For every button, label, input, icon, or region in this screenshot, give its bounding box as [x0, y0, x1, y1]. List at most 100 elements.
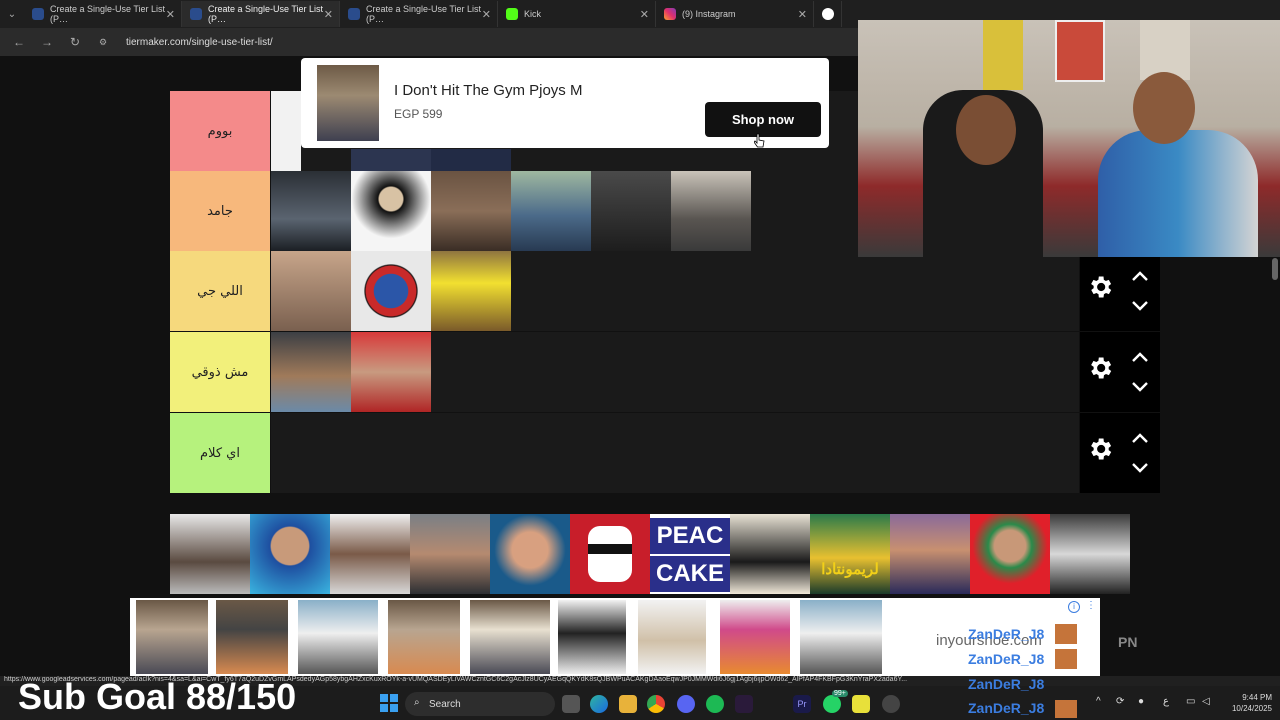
back-icon[interactable]: ←: [10, 35, 28, 49]
ad-thumb[interactable]: [558, 600, 626, 674]
ad-thumb[interactable]: [388, 600, 460, 674]
chevron-up-icon[interactable]: [1130, 350, 1150, 364]
tier-image[interactable]: [671, 171, 751, 251]
chevron-down-icon[interactable]: [1130, 461, 1150, 475]
tray-chevron-icon[interactable]: ^: [1096, 696, 1101, 707]
task-view-icon[interactable]: [562, 695, 580, 713]
tier-image[interactable]: [351, 171, 431, 251]
ad-thumb[interactable]: [216, 600, 288, 674]
ad-thumb[interactable]: [298, 600, 378, 674]
chevron-up-icon[interactable]: [1130, 431, 1150, 445]
file-explorer-icon[interactable]: [619, 695, 637, 713]
shop-now-button[interactable]: Shop now: [705, 102, 821, 137]
tier-image[interactable]: [351, 332, 431, 412]
pool-image[interactable]: [170, 514, 250, 594]
spotify-icon[interactable]: [706, 695, 724, 713]
ad-close-icon[interactable]: ⋮: [1086, 600, 1096, 611]
tier-items[interactable]: [271, 251, 1079, 331]
close-icon[interactable]: ✕: [640, 8, 649, 21]
tier-items[interactable]: [271, 332, 1079, 412]
pool-image[interactable]: [330, 514, 410, 594]
pool-image[interactable]: [730, 514, 810, 594]
tier-items[interactable]: [271, 413, 1079, 493]
tier-label[interactable]: اي كلام: [170, 413, 270, 493]
tier-image[interactable]: [591, 171, 671, 251]
ad-info-icon[interactable]: i: [1068, 601, 1080, 613]
sponsored-ad[interactable]: I Don't Hit The Gym Pjoys M EGP 599 Shop…: [301, 58, 829, 148]
tab-label: Kick: [524, 9, 542, 19]
discord-icon[interactable]: [677, 695, 695, 713]
chevron-down-icon[interactable]: [1130, 380, 1150, 394]
gear-icon[interactable]: [1086, 435, 1114, 463]
tier-image[interactable]: [271, 91, 301, 171]
pool-image[interactable]: [490, 514, 570, 594]
scrollbar-thumb[interactable]: [1272, 258, 1278, 280]
tier-label[interactable]: اللي جي: [170, 251, 270, 331]
app-icon[interactable]: [735, 695, 753, 713]
pool-image[interactable]: لريمونتادا: [810, 514, 890, 594]
tab-list-icon[interactable]: ⌄: [0, 1, 24, 27]
gear-icon[interactable]: [1086, 354, 1114, 382]
tier-image[interactable]: [431, 251, 511, 331]
tab-google-pinned[interactable]: [814, 1, 842, 27]
wall-poster: [983, 20, 1023, 90]
network-icon[interactable]: ▭: [1186, 696, 1195, 707]
pool-image[interactable]: [1050, 514, 1130, 594]
ad-thumb[interactable]: [720, 600, 790, 674]
bottom-banner-ad[interactable]: inyourshoe.com i ⋮: [130, 598, 1100, 676]
tier-label[interactable]: جامد: [170, 171, 270, 251]
tab-tiermaker-3[interactable]: Create a Single-Use Tier List (P… ✕: [340, 1, 498, 27]
pool-image[interactable]: PEAC CAKE: [650, 514, 730, 594]
tier-image[interactable]: [431, 149, 511, 171]
tier-image[interactable]: [351, 251, 431, 331]
taskbar-clock[interactable]: 9:44 PM 10/24/2025: [1216, 692, 1272, 714]
tab-instagram[interactable]: (9) Instagram ✕: [656, 1, 814, 27]
pool-image[interactable]: [410, 514, 490, 594]
tier-image[interactable]: [351, 149, 431, 171]
windows-start-icon[interactable]: [380, 694, 398, 712]
ad-product-image[interactable]: [317, 65, 379, 141]
tier-label[interactable]: بووم: [170, 91, 270, 171]
pool-image[interactable]: [890, 514, 970, 594]
language-indicator[interactable]: ع: [1163, 696, 1169, 707]
ad-thumb[interactable]: [470, 600, 550, 674]
tier-label[interactable]: مش ذوقي: [170, 332, 270, 412]
pool-image[interactable]: [250, 514, 330, 594]
chevron-up-icon[interactable]: [1130, 269, 1150, 283]
tier-image[interactable]: [271, 171, 351, 251]
tab-tiermaker-1[interactable]: Create a Single-Use Tier List (P… ✕: [24, 1, 182, 27]
tier-image[interactable]: [431, 171, 511, 251]
microphone-icon[interactable]: ●: [1138, 696, 1144, 707]
tier-image[interactable]: [271, 332, 351, 412]
taskbar-search[interactable]: ⌕ Search: [405, 692, 555, 716]
whatsapp-icon[interactable]: [823, 695, 841, 713]
tab-tiermaker-2[interactable]: Create a Single-Use Tier List (P… ✕: [182, 1, 340, 27]
close-icon[interactable]: ✕: [482, 8, 491, 21]
gear-icon[interactable]: [1086, 273, 1114, 301]
site-info-icon[interactable]: ⚙: [94, 37, 112, 48]
wall-poster: [1140, 20, 1190, 80]
forward-icon[interactable]: →: [38, 35, 56, 49]
ad-thumb[interactable]: [638, 600, 706, 674]
chevron-down-icon[interactable]: [1130, 299, 1150, 313]
close-icon[interactable]: ✕: [166, 8, 175, 21]
notes-icon[interactable]: [852, 695, 870, 713]
reload-icon[interactable]: ↻: [66, 35, 84, 49]
ad-thumb[interactable]: [800, 600, 882, 674]
ad-thumb[interactable]: [136, 600, 208, 674]
tab-kick[interactable]: Kick ✕: [498, 1, 656, 27]
close-icon[interactable]: ✕: [798, 8, 807, 21]
premiere-icon[interactable]: Pr: [793, 695, 811, 713]
edge-icon[interactable]: [590, 695, 608, 713]
tray-app-icon[interactable]: ⟳: [1116, 696, 1124, 707]
obs-icon[interactable]: [882, 695, 900, 713]
pool-image[interactable]: [970, 514, 1050, 594]
close-icon[interactable]: ✕: [324, 8, 333, 21]
tier-image[interactable]: [511, 171, 591, 251]
volume-icon[interactable]: ◁: [1202, 696, 1210, 707]
ad-title[interactable]: I Don't Hit The Gym Pjoys M: [394, 82, 582, 99]
url-field[interactable]: tiermaker.com/single-use-tier-list/: [126, 37, 273, 48]
pool-image[interactable]: [570, 514, 650, 594]
chrome-icon[interactable]: [647, 695, 665, 713]
tier-image[interactable]: [271, 251, 351, 331]
